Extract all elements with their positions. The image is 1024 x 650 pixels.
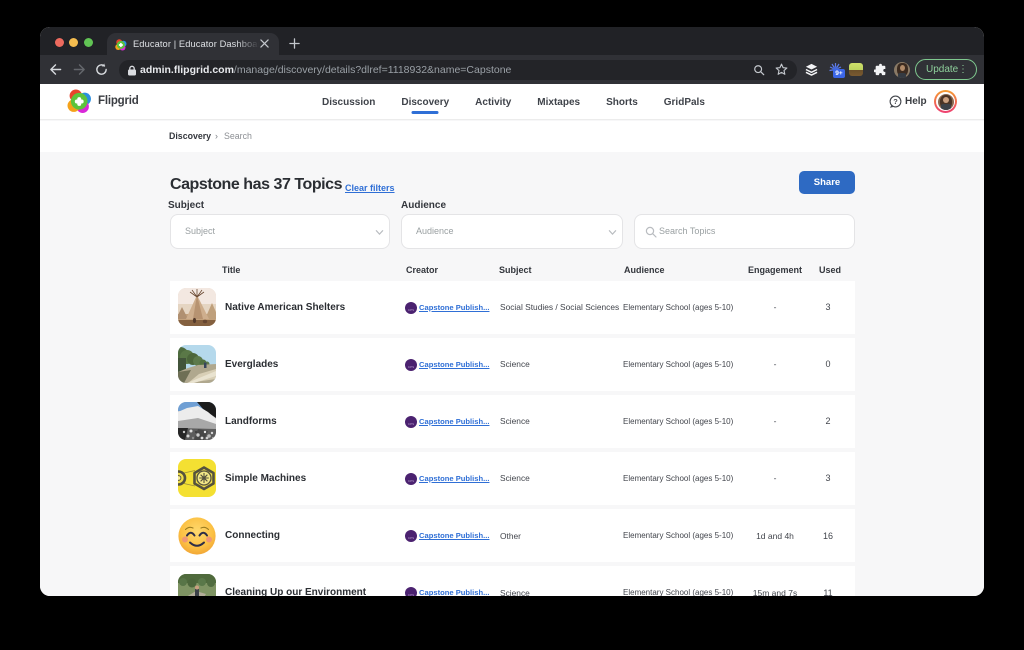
svg-text:CPS: CPS bbox=[408, 536, 414, 540]
svg-text:CPS: CPS bbox=[408, 307, 414, 311]
svg-text:CPS: CPS bbox=[408, 421, 414, 425]
svg-text:CPS: CPS bbox=[408, 593, 414, 596]
svg-text:CPS: CPS bbox=[408, 479, 414, 483]
svg-text:?: ? bbox=[893, 97, 898, 106]
svg-text:CPS: CPS bbox=[408, 364, 414, 368]
